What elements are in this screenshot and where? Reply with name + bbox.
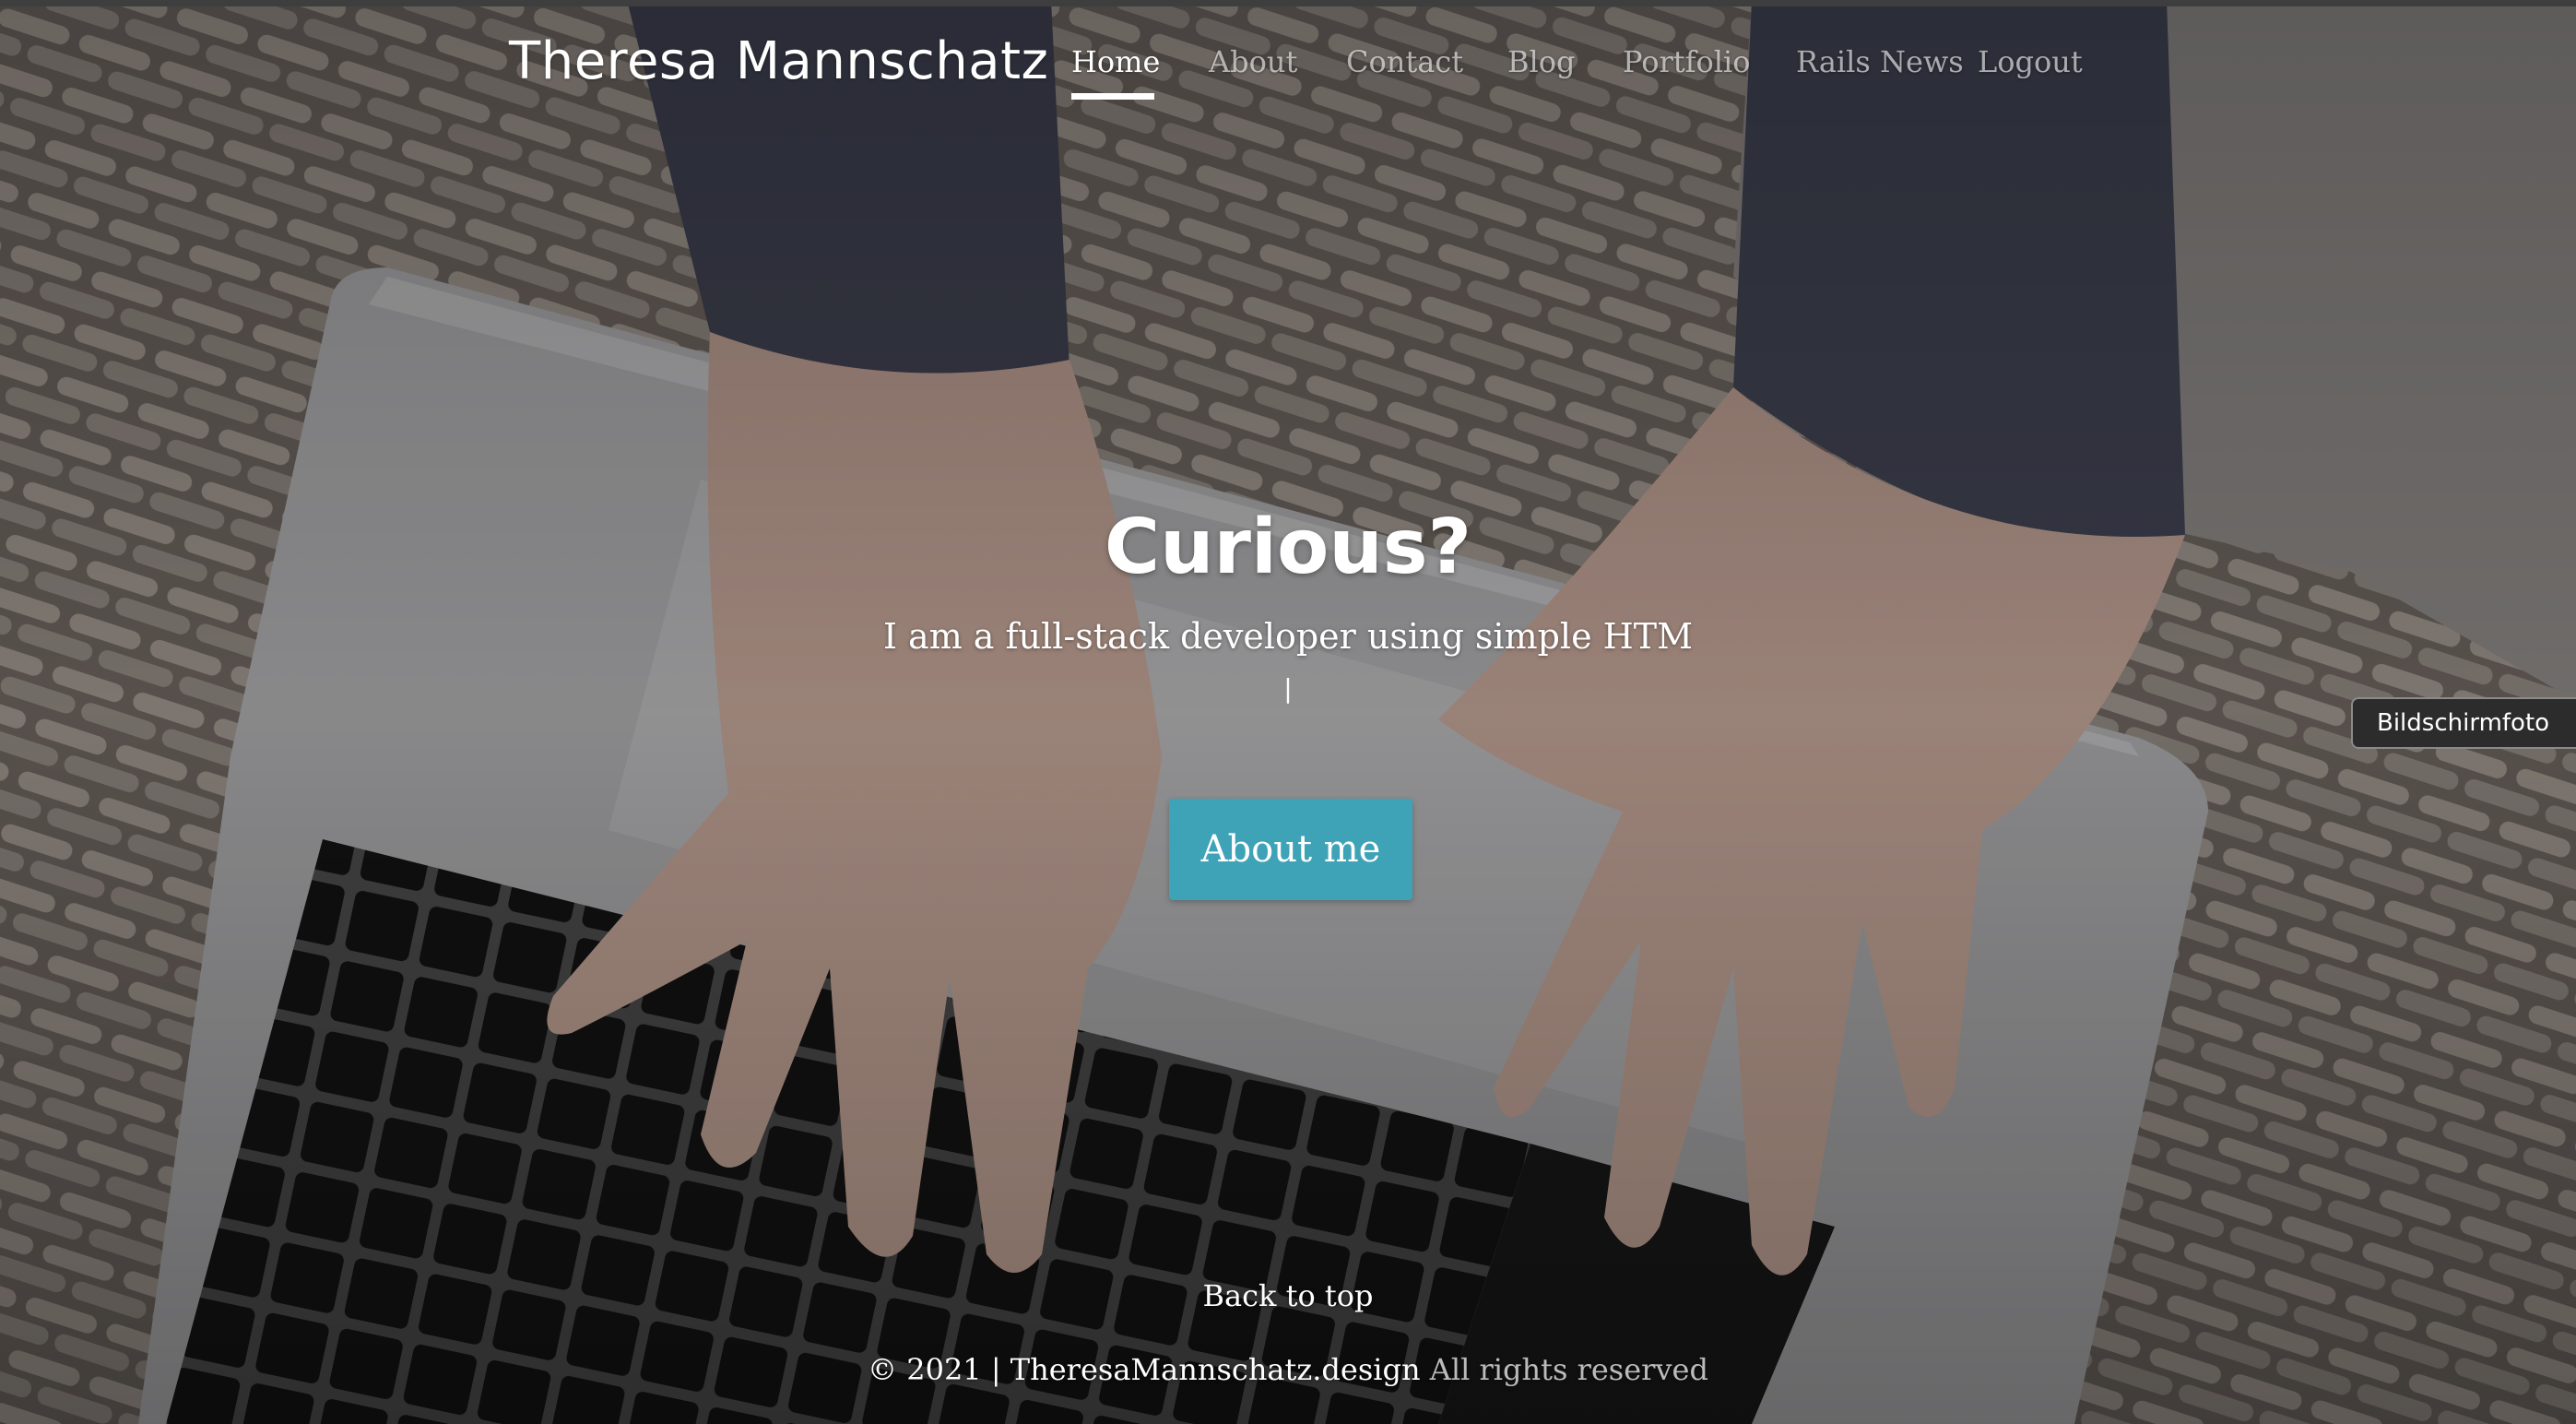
page: Theresa Mannschatz Home About Contact Bl… (0, 0, 2576, 1424)
hero-subtitle: I am a full-stack developer using simple… (882, 616, 1694, 657)
nav-link-blog[interactable]: Blog (1507, 44, 1576, 79)
nav-link-about[interactable]: About (1209, 44, 1297, 79)
hero-title: Curious? (1104, 504, 1472, 591)
site-name: TheresaMannschatz.design (1010, 1352, 1421, 1387)
nav-link-rails-news[interactable]: Rails News (1796, 44, 1964, 79)
hero-background-image (0, 0, 2576, 1424)
screenshot-tooltip: Bildschirmfoto (2351, 697, 2576, 749)
about-me-button[interactable]: About me (1169, 799, 1412, 900)
nav-link-portfolio[interactable]: Portfolio (1623, 44, 1751, 79)
typing-cursor: | (1283, 673, 1293, 704)
brand-logo[interactable]: Theresa Mannschatz (509, 31, 1048, 91)
nav-link-logout[interactable]: Logout (1978, 44, 2083, 79)
nav-link-home[interactable]: Home (1071, 44, 1160, 79)
nav-link-contact[interactable]: Contact (1346, 44, 1463, 79)
nav-active-underline (1071, 93, 1154, 100)
back-to-top-link[interactable]: Back to top (0, 1278, 2576, 1313)
navbar: Theresa Mannschatz Home About Contact Bl… (0, 0, 2576, 129)
copyright-prefix: © 2021 | (868, 1352, 1010, 1387)
about-me-button-label: About me (1200, 828, 1381, 871)
footer-copyright: © 2021 | TheresaMannschatz.design All ri… (0, 1352, 2576, 1387)
copyright-suffix: All rights reserved (1420, 1352, 1708, 1387)
